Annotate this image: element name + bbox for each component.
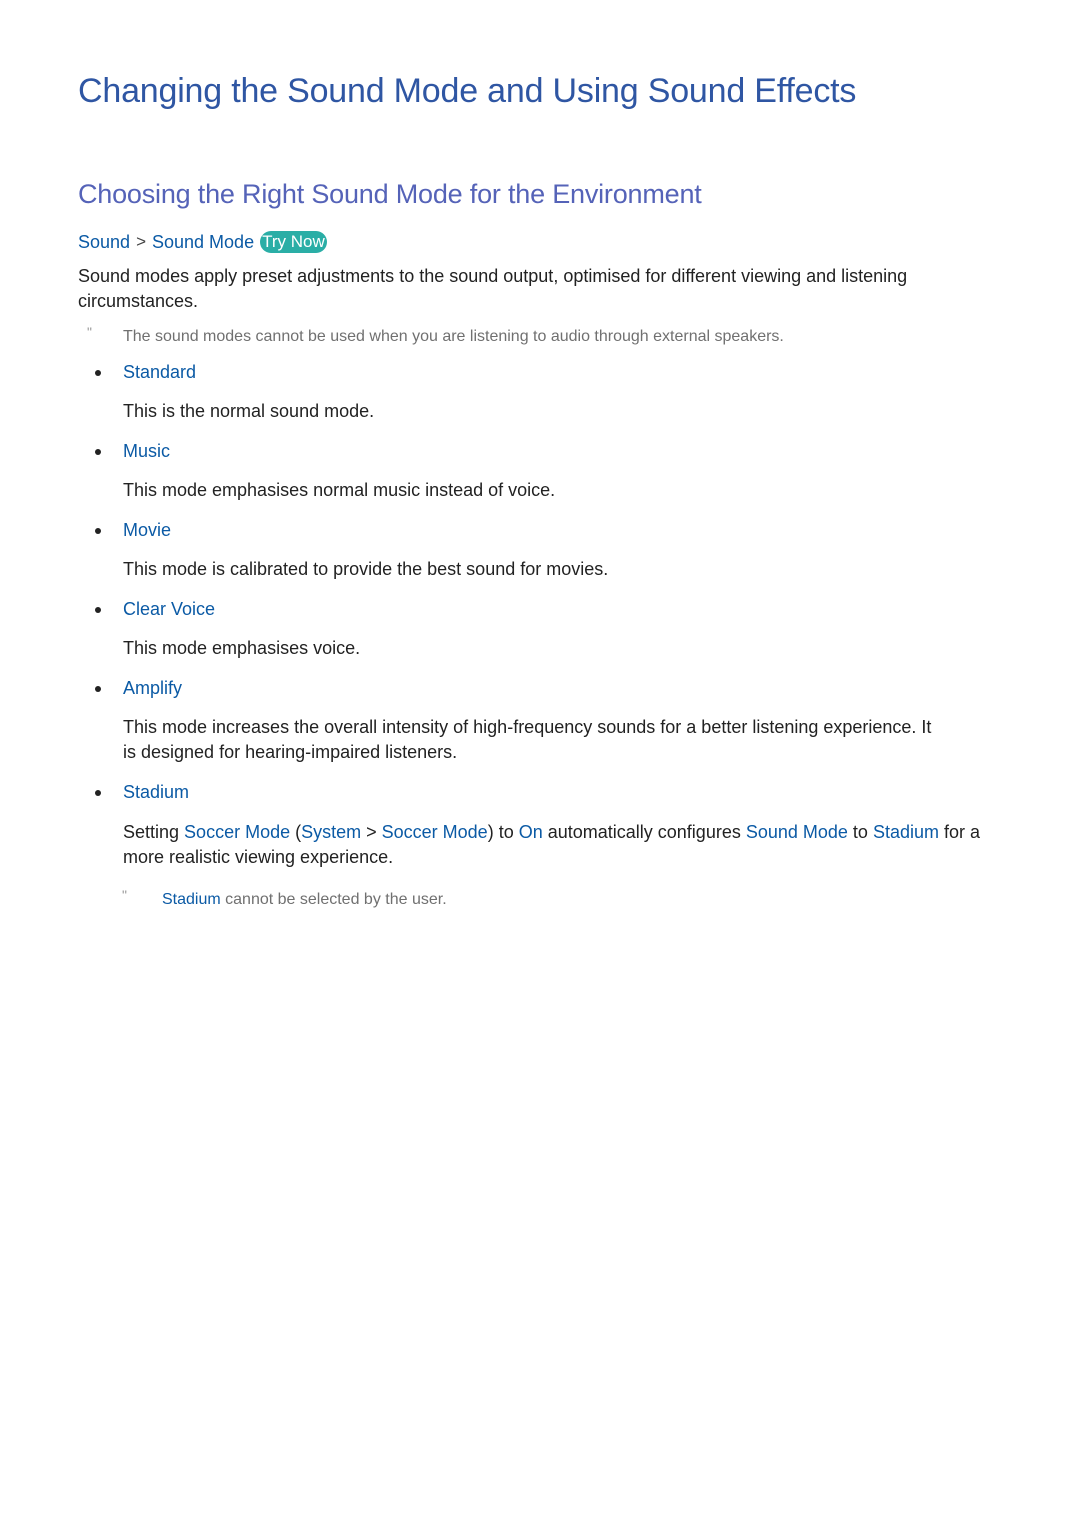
try-now-button[interactable]: Try Now — [260, 231, 327, 253]
chevron-right-icon: > — [361, 822, 382, 842]
mode-description-stadium: Setting Soccer Mode (System > Soccer Mod… — [123, 820, 993, 870]
text: automatically configures — [542, 822, 746, 842]
on-value: On — [518, 822, 543, 842]
page-title: Changing the Sound Mode and Using Sound … — [78, 72, 857, 110]
breadcrumb-sound-mode[interactable]: Sound Mode — [152, 232, 254, 253]
system-link: System — [301, 822, 362, 842]
text: ( — [290, 822, 302, 842]
section-title: Choosing the Right Sound Mode for the En… — [78, 179, 702, 209]
mode-name: Movie — [123, 520, 172, 540]
bullet-icon — [95, 686, 101, 692]
stadium-link: Stadium — [872, 822, 939, 842]
stadium-note-text: cannot be selected by the user. — [220, 891, 447, 908]
mode-description: This mode increases the overall intensit… — [123, 717, 932, 762]
stadium-link: Stadium — [162, 891, 221, 908]
soccer-mode-link: Soccer Mode — [381, 822, 488, 842]
mode-description: This mode is calibrated to provide the b… — [123, 559, 609, 579]
bullet-icon — [95, 449, 101, 455]
mode-name: Clear Voice — [123, 599, 216, 619]
chevron-right-icon: > — [136, 232, 146, 251]
intro-paragraph: Sound modes apply preset adjustments to … — [78, 266, 908, 311]
bullet-icon — [95, 528, 101, 534]
mode-description: This mode emphasises voice. — [123, 638, 361, 658]
note-icon: " — [87, 324, 92, 340]
soccer-mode-link: Soccer Mode — [184, 822, 291, 842]
intro-note: " The sound modes cannot be used when yo… — [87, 324, 784, 346]
note-icon: " — [122, 887, 127, 903]
text: to — [847, 822, 873, 842]
stadium-note: " Stadium cannot be selected by the user… — [122, 887, 447, 909]
mode-description: This is the normal sound mode. — [123, 401, 375, 421]
breadcrumb: Sound > Sound Mode Try Now — [78, 231, 327, 253]
bullet-icon — [95, 370, 101, 376]
breadcrumb-sound[interactable]: Sound — [78, 232, 130, 253]
mode-name: Music — [123, 441, 171, 461]
mode-name: Stadium — [123, 782, 190, 802]
mode-description: This mode emphasises normal music instea… — [123, 480, 556, 500]
mode-name: Standard — [123, 362, 197, 382]
intro-note-text: The sound modes cannot be used when you … — [123, 328, 784, 345]
text: Setting — [123, 822, 185, 842]
sound-mode-link: Sound Mode — [745, 822, 848, 842]
bullet-icon — [95, 607, 101, 613]
mode-name: Amplify — [123, 678, 183, 698]
bullet-icon — [95, 790, 101, 796]
text: ) to — [487, 822, 519, 842]
